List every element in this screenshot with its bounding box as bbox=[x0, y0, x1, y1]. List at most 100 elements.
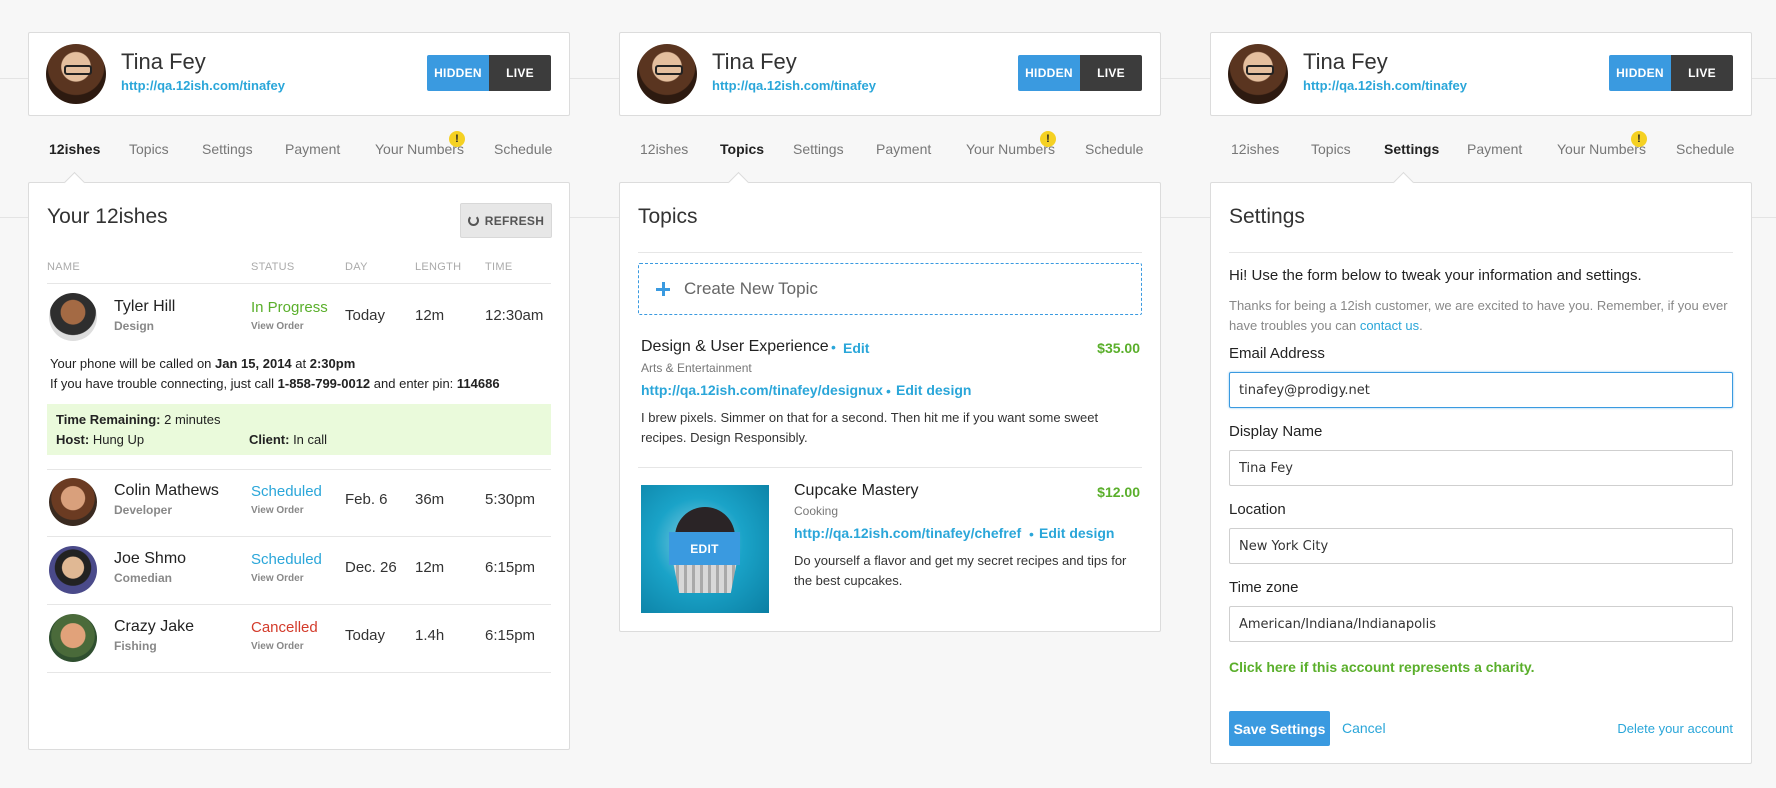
profile-card: Tina Fey http://qa.12ish.com/tinafey HID… bbox=[1210, 32, 1752, 116]
avatar bbox=[46, 44, 106, 104]
tab-settings[interactable]: Settings bbox=[1384, 141, 1439, 157]
edit-design-link[interactable]: Edit design bbox=[896, 382, 971, 398]
tab-12ishes[interactable]: 12ishes bbox=[1231, 141, 1279, 157]
tab-settings[interactable]: Settings bbox=[793, 141, 844, 157]
hidden-button[interactable]: HIDDEN bbox=[1609, 55, 1671, 91]
hidden-button[interactable]: HIDDEN bbox=[427, 55, 489, 91]
tab-schedule[interactable]: Schedule bbox=[1085, 141, 1143, 157]
view-order-link[interactable]: View Order bbox=[251, 573, 304, 584]
topic-url-link[interactable]: http://qa.12ish.com/tinafey/designux bbox=[641, 382, 883, 398]
divider bbox=[47, 469, 551, 470]
row-length: 1.4h bbox=[415, 627, 445, 644]
settings-intro: Hi! Use the form below to tweak your inf… bbox=[1229, 267, 1642, 284]
divider bbox=[47, 672, 551, 673]
divider bbox=[47, 536, 551, 537]
display-name-label: Display Name bbox=[1229, 423, 1323, 440]
call-info-line-2: If you have trouble connecting, just cal… bbox=[50, 376, 500, 391]
divider bbox=[638, 252, 1142, 253]
tab-bar: 12ishes Topics Settings Payment Your Num… bbox=[28, 116, 570, 182]
tab-12ishes[interactable]: 12ishes bbox=[49, 141, 100, 157]
settings-thanks: Thanks for being a 12ish customer, we ar… bbox=[1229, 298, 1728, 333]
tab-12ishes[interactable]: 12ishes bbox=[640, 141, 688, 157]
tab-bar: 12ishes Topics Settings Payment Your Num… bbox=[1210, 116, 1752, 182]
tab-schedule[interactable]: Schedule bbox=[494, 141, 552, 157]
status-badge: Cancelled bbox=[251, 619, 318, 636]
column-header-time: TIME bbox=[485, 261, 513, 273]
separator-dot: • bbox=[1029, 526, 1034, 542]
avatar bbox=[49, 293, 97, 341]
row-role: Design bbox=[114, 319, 155, 333]
row-role: Comedian bbox=[114, 571, 173, 585]
row-role: Developer bbox=[114, 503, 173, 517]
view-order-link[interactable]: View Order bbox=[251, 321, 304, 332]
avatar bbox=[49, 546, 97, 594]
row-day: Feb. 6 bbox=[345, 491, 388, 508]
profile-url-link[interactable]: http://qa.12ish.com/tinafey bbox=[121, 78, 285, 93]
column-header-day: DAY bbox=[345, 261, 368, 273]
create-topic-button[interactable]: Create New Topic bbox=[638, 263, 1142, 315]
topic-url-link[interactable]: http://qa.12ish.com/tinafey/chefref bbox=[794, 525, 1021, 541]
row-time: 6:15pm bbox=[485, 627, 536, 644]
profile-url-link[interactable]: http://qa.12ish.com/tinafey bbox=[1303, 78, 1467, 93]
live-button[interactable]: LIVE bbox=[1671, 55, 1733, 91]
visibility-toggle: HIDDEN LIVE bbox=[427, 55, 551, 91]
topic-description: Do yourself a flavor and get my secret r… bbox=[794, 553, 1127, 588]
view-order-link[interactable]: View Order bbox=[251, 641, 304, 652]
tab-schedule[interactable]: Schedule bbox=[1676, 141, 1734, 157]
topic-title: Design & User Experience bbox=[641, 338, 829, 355]
hidden-button[interactable]: HIDDEN bbox=[1018, 55, 1080, 91]
tab-topics[interactable]: Topics bbox=[1311, 141, 1351, 157]
live-button[interactable]: LIVE bbox=[1080, 55, 1142, 91]
tab-payment[interactable]: Payment bbox=[285, 141, 340, 157]
separator-dot: • bbox=[831, 339, 836, 355]
warning-icon: ! bbox=[1631, 131, 1647, 147]
row-day: Today bbox=[345, 307, 386, 324]
panel-title: Settings bbox=[1229, 205, 1305, 228]
host-status: Host: Hung Up bbox=[56, 432, 145, 447]
row-day: Today bbox=[345, 627, 386, 644]
delete-account-link[interactable]: Delete your account bbox=[1617, 721, 1733, 736]
edit-image-button[interactable]: EDIT bbox=[669, 532, 740, 565]
location-field[interactable] bbox=[1229, 528, 1733, 564]
topic-category: Cooking bbox=[794, 504, 839, 518]
avatar bbox=[1228, 44, 1288, 104]
time-zone-label: Time zone bbox=[1229, 579, 1299, 596]
settings-panel: Settings Hi! Use the form below to tweak… bbox=[1210, 182, 1752, 764]
save-settings-button[interactable]: Save Settings bbox=[1229, 711, 1330, 746]
view-order-link[interactable]: View Order bbox=[251, 505, 304, 516]
tab-payment[interactable]: Payment bbox=[1467, 141, 1522, 157]
topic-price: $35.00 bbox=[1097, 340, 1140, 356]
edit-topic-link[interactable]: Edit bbox=[843, 340, 869, 356]
tab-settings[interactable]: Settings bbox=[202, 141, 253, 157]
avatar bbox=[49, 614, 97, 662]
tab-payment[interactable]: Payment bbox=[876, 141, 931, 157]
column-header-length: LENGTH bbox=[415, 261, 462, 273]
edit-design-link[interactable]: Edit design bbox=[1039, 525, 1114, 541]
profile-url-link[interactable]: http://qa.12ish.com/tinafey bbox=[712, 78, 876, 93]
contact-us-link[interactable]: contact us bbox=[1360, 318, 1419, 333]
column-12ishes: Tina Fey http://qa.12ish.com/tinafey HID… bbox=[28, 32, 570, 750]
location-label: Location bbox=[1229, 501, 1286, 518]
row-name: Joe Shmo bbox=[114, 550, 187, 567]
create-topic-label: Create New Topic bbox=[684, 279, 818, 298]
charity-link[interactable]: Click here if this account represents a … bbox=[1229, 659, 1535, 675]
display-name-field[interactable] bbox=[1229, 450, 1733, 486]
row-role: Fishing bbox=[114, 639, 157, 653]
visibility-toggle: HIDDEN LIVE bbox=[1018, 55, 1142, 91]
cancel-link[interactable]: Cancel bbox=[1342, 720, 1386, 736]
time-zone-field[interactable] bbox=[1229, 606, 1733, 642]
tab-topics[interactable]: Topics bbox=[720, 141, 764, 157]
profile-name: Tina Fey bbox=[121, 49, 206, 74]
row-name: Tyler Hill bbox=[114, 298, 176, 315]
tab-topics[interactable]: Topics bbox=[129, 141, 169, 157]
divider bbox=[638, 467, 1142, 468]
plus-icon bbox=[656, 282, 670, 296]
email-field[interactable] bbox=[1229, 372, 1733, 408]
status-badge: Scheduled bbox=[251, 483, 322, 500]
live-button[interactable]: LIVE bbox=[489, 55, 551, 91]
refresh-button[interactable]: REFRESH bbox=[460, 203, 552, 238]
row-time: 12:30am bbox=[485, 307, 544, 324]
panel-title: Topics bbox=[638, 205, 698, 228]
divider bbox=[47, 604, 551, 605]
time-remaining-box: Time Remaining: 2 minutes Host: Hung Up … bbox=[47, 404, 551, 455]
